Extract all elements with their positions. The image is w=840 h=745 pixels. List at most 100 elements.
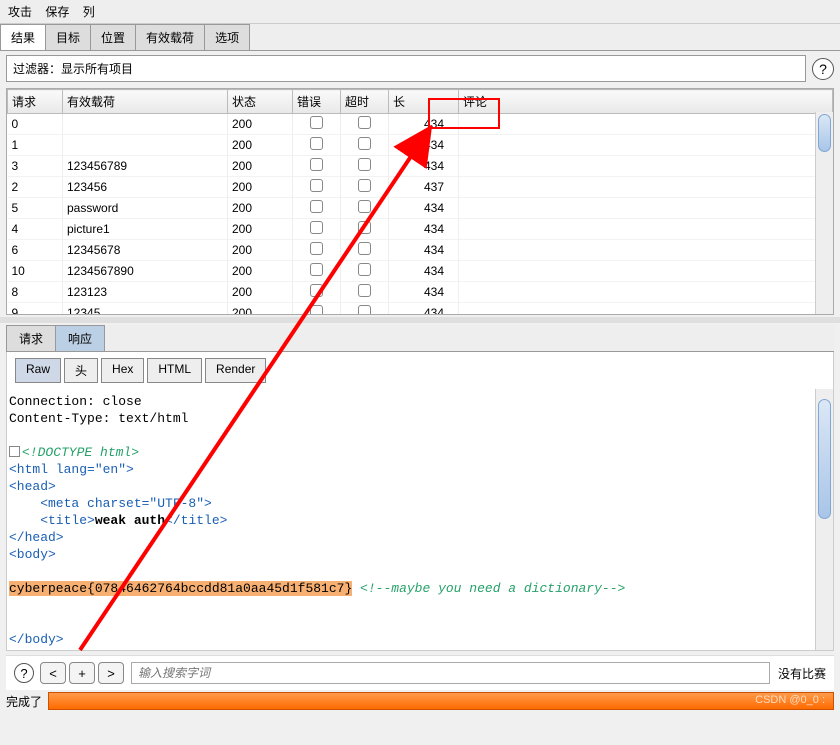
cell-comment [459,177,833,198]
tab-results[interactable]: 结果 [0,24,46,50]
cell-length: 437 [389,177,459,198]
cell-status: 200 [228,303,293,316]
format-headers[interactable]: 头 [64,358,98,383]
cell-length: 434 [389,240,459,261]
filter-text: 显示所有项目 [61,62,133,76]
search-add-button[interactable]: + [69,662,95,684]
format-raw[interactable]: Raw [15,358,61,383]
cell-status: 200 [228,156,293,177]
code-doctype: <!DOCTYPE html> [22,445,139,460]
cell-length: 434 [389,303,459,316]
cell-timeout [341,114,389,135]
response-body[interactable]: Connection: close Content-Type: text/htm… [6,389,834,651]
code-scrollbar[interactable] [815,389,833,650]
cell-error [293,198,341,219]
cell-request: 3 [8,156,63,177]
tab-options[interactable]: 选项 [204,24,250,50]
cell-timeout [341,156,389,177]
cell-length: 434 [389,261,459,282]
format-tab-bar: Raw 头 Hex HTML Render [6,352,834,389]
table-row[interactable]: 5password200434 [8,198,833,219]
col-error[interactable]: 错误 [293,90,341,114]
filter-box[interactable]: 过滤器：显示所有项目 [6,55,806,82]
cell-timeout [341,135,389,156]
table-row[interactable]: 912345200434 [8,303,833,316]
cell-comment [459,303,833,316]
col-timeout[interactable]: 超时 [341,90,389,114]
cell-error [293,114,341,135]
col-request[interactable]: 请求 [8,90,63,114]
cell-timeout [341,198,389,219]
cell-comment [459,114,833,135]
search-next-button[interactable]: > [98,662,124,684]
cell-timeout [341,177,389,198]
cell-payload: picture1 [63,219,228,240]
col-status[interactable]: 状态 [228,90,293,114]
cell-payload: 123456789 [63,156,228,177]
tab-request[interactable]: 请求 [6,325,56,351]
search-prev-button[interactable]: < [40,662,66,684]
cell-error [293,156,341,177]
table-row[interactable]: 1200434 [8,135,833,156]
menu-columns[interactable]: 列 [83,5,95,19]
cell-error [293,282,341,303]
cell-request: 2 [8,177,63,198]
tab-target[interactable]: 目标 [45,24,91,50]
checkbox-icon [358,305,371,315]
checkbox-icon [310,116,323,129]
cell-comment [459,240,833,261]
format-hex[interactable]: Hex [101,358,144,383]
checkbox-icon [358,263,371,276]
code-body-open: <body> [9,547,56,562]
code-html-close: </html> [9,649,64,651]
cell-status: 200 [228,198,293,219]
menu-save[interactable]: 保存 [45,5,69,19]
cell-payload: password [63,198,228,219]
cell-comment [459,135,833,156]
cell-payload: 1234567890 [63,261,228,282]
splitter[interactable] [0,317,840,323]
search-no-match: 没有比赛 [778,665,826,682]
checkbox-icon [358,221,371,234]
cell-payload [63,135,228,156]
table-row[interactable]: 612345678200434 [8,240,833,261]
cell-payload [63,114,228,135]
cell-error [293,303,341,316]
table-row[interactable]: 3123456789200434 [8,156,833,177]
code-head-close: </head> [9,530,64,545]
filter-bar: 过滤器：显示所有项目 ? [6,55,834,82]
cell-timeout [341,219,389,240]
watermark: CSDN @0_0 : [755,694,825,706]
cell-request: 1 [8,135,63,156]
cell-error [293,219,341,240]
cell-status: 200 [228,114,293,135]
table-row[interactable]: 8123123200434 [8,282,833,303]
format-render[interactable]: Render [205,358,266,383]
code-title-text: weak auth [95,513,165,528]
tab-position[interactable]: 位置 [90,24,136,50]
search-help-icon[interactable]: ? [14,663,34,683]
cell-status: 200 [228,135,293,156]
cell-status: 200 [228,282,293,303]
help-icon[interactable]: ? [812,58,834,80]
cell-error [293,135,341,156]
table-row[interactable]: 4picture1200434 [8,219,833,240]
tab-payloads[interactable]: 有效载荷 [135,24,205,50]
table-scrollbar[interactable] [815,112,833,314]
code-html-open: <html lang="en"> [9,462,134,477]
col-payload[interactable]: 有效载荷 [63,90,228,114]
format-html[interactable]: HTML [147,358,202,383]
menu-attack[interactable]: 攻击 [8,5,32,19]
checkbox-icon [310,137,323,150]
col-comment[interactable]: 评论 [459,90,833,114]
table-row[interactable]: 101234567890200434 [8,261,833,282]
search-input[interactable] [131,662,770,684]
tab-response[interactable]: 响应 [55,325,105,351]
code-comment: <!--maybe you need a dictionary--> [352,581,625,596]
table-row[interactable]: 0200434 [8,114,833,135]
code-body-close: </body> [9,632,64,647]
cell-timeout [341,282,389,303]
code-line: Connection: close [9,394,142,409]
table-row[interactable]: 2123456200437 [8,177,833,198]
flag-text: cyberpeace{07846462764bccdd81a0aa45d1f58… [9,581,352,596]
